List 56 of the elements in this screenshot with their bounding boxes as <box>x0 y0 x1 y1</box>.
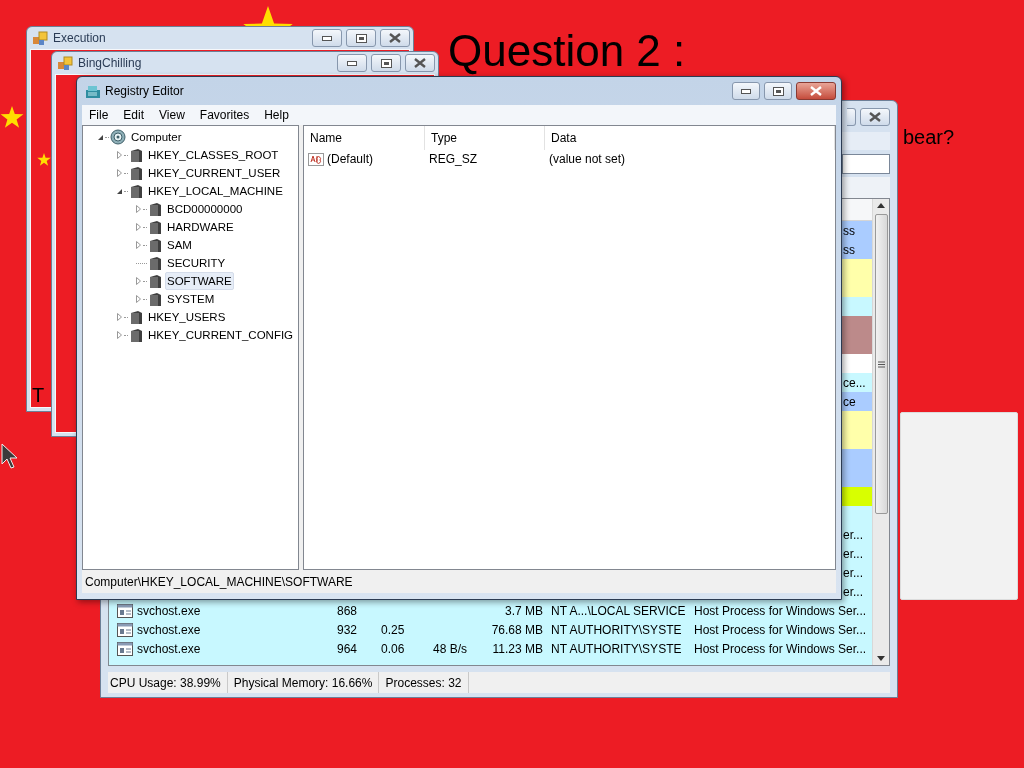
table-cell: NT A...\LOCAL SERVICE <box>551 603 686 618</box>
table-cell: er... <box>843 527 863 542</box>
window-title: Registry Editor <box>105 83 185 100</box>
status-text: CPU Usage: 38.99% <box>108 672 228 693</box>
table-cell: Host Process for Windows Ser... <box>694 622 867 637</box>
table-cell: 48 B/s <box>432 641 467 656</box>
table-cell: 868 <box>336 603 357 618</box>
tree-item[interactable]: SYSTEM <box>165 290 217 308</box>
table-cell: ce <box>843 394 856 409</box>
table-cell: ce... <box>843 375 866 390</box>
status-text: Processes: 32 <box>379 672 469 693</box>
table-cell: 932 <box>336 622 357 637</box>
table-cell: 76.68 MB <box>491 622 543 637</box>
table-cell: NT AUTHORITY\SYSTE <box>551 622 682 637</box>
table-cell: (value not set) <box>549 152 626 166</box>
table-cell: Host Process for Windows Ser... <box>694 641 867 656</box>
table-cell: ss <box>843 242 855 257</box>
menu-item[interactable]: File <box>82 106 116 124</box>
menu-item[interactable]: Edit <box>116 106 152 124</box>
table-cell: 0.06 <box>381 641 405 656</box>
table-cell-text: (Default) <box>327 151 373 168</box>
table-cell: 11.23 MB <box>492 641 543 656</box>
table-cell: er... <box>843 584 863 599</box>
tree-item[interactable]: SAM <box>165 236 194 254</box>
question-title: Question 2 : <box>448 29 686 73</box>
status-text: Computer\HKEY_LOCAL_MACHINE\SOFTWARE <box>84 574 353 591</box>
tree-item[interactable]: HKEY_CLASSES_ROOT <box>146 146 281 164</box>
table-cell: 964 <box>336 641 357 656</box>
table-cell-text: svchost.exe <box>137 640 201 658</box>
tree-item[interactable]: SECURITY <box>165 254 228 272</box>
table-cell-text: svchost.exe <box>137 602 201 620</box>
tree-item[interactable]: SOFTWARE <box>165 272 234 290</box>
tree-item[interactable]: HARDWARE <box>165 218 236 236</box>
table-cell: er... <box>843 546 863 561</box>
tree-item[interactable]: HKEY_LOCAL_MACHINE <box>146 182 285 200</box>
table-cell: er... <box>843 565 863 580</box>
tree-item[interactable]: HKEY_CURRENT_CONFIG <box>146 326 296 344</box>
menu-item[interactable]: Help <box>257 106 296 124</box>
tree-item[interactable]: BCD00000000 <box>165 200 245 218</box>
table-cell: REG_SZ <box>429 152 477 166</box>
table-cell: NT AUTHORITY\SYSTE <box>551 641 682 656</box>
question-text: bear? <box>903 127 955 147</box>
status-text: Physical Memory: 16.66% <box>227 672 380 693</box>
answer-text: T <box>32 385 45 405</box>
table-cell: 3.7 MB <box>505 603 543 618</box>
tree-item[interactable]: HKEY_CURRENT_USER <box>146 164 283 182</box>
table-cell: ss <box>843 223 855 238</box>
window-title: BingChilling <box>78 55 143 72</box>
table-cell: 0.25 <box>381 622 405 637</box>
window-title: Execution <box>53 30 107 47</box>
menu-item[interactable]: Favorites <box>192 106 257 124</box>
tree-item[interactable]: Computer <box>129 128 184 146</box>
tree-item[interactable]: HKEY_USERS <box>146 308 228 326</box>
table-cell-text: svchost.exe <box>137 621 201 639</box>
table-cell: Host Process for Windows Ser... <box>694 603 867 618</box>
menu-item[interactable]: View <box>152 106 192 124</box>
